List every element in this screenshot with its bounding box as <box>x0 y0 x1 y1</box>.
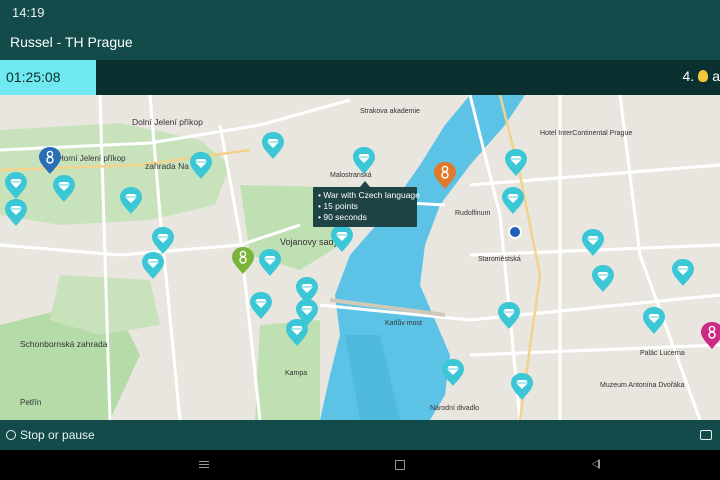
target-number: 4. <box>682 68 695 84</box>
status-time: 14:19 <box>12 5 45 20</box>
label-intercontinental: Hotel InterContinental Prague <box>540 130 632 137</box>
label-vojanovy: Vojanovy sady <box>280 237 339 247</box>
label-petrin: Petřín <box>20 398 41 407</box>
lightbulb-icon <box>698 70 709 82</box>
label-horni: Horní Jelení příkop <box>58 154 126 163</box>
stop-icon <box>6 430 16 440</box>
my-location-marker <box>508 225 522 239</box>
current-target[interactable]: 4. a <box>683 68 720 84</box>
timer-row: 01:25:08 4. a <box>0 60 720 95</box>
tooltip-line: • 15 points <box>318 201 358 211</box>
timer-track <box>96 60 720 95</box>
label-karluv: Karlův most <box>385 319 422 327</box>
recent-apps-icon[interactable] <box>199 459 209 469</box>
label-palac: Palác Lucerna <box>640 350 685 357</box>
label-malostranska: Malostranská <box>330 172 372 179</box>
app-title: Russel - TH Prague <box>10 34 133 50</box>
bottom-bar: Stop or pause <box>0 420 720 450</box>
label-kampa: Kampa <box>285 370 307 377</box>
target-text: a <box>712 68 720 84</box>
map-view[interactable]: Dolní Jelení příkop Horní Jelení příkop … <box>0 95 720 420</box>
label-dvorak: Muzeum Antonína Dvořáka <box>600 382 685 389</box>
label-rudolfinum: Rudolfinum <box>455 210 491 217</box>
label-staromestska: Staroměstská <box>478 256 521 263</box>
label-strakova: Strakova akademie <box>360 108 420 115</box>
label-narodni: Národní divadlo <box>430 405 479 412</box>
map-canvas[interactable]: Dolní Jelení příkop Horní Jelení příkop … <box>0 95 720 420</box>
system-nav-bar <box>0 450 720 480</box>
camera-icon[interactable] <box>700 430 712 440</box>
app-bar: Russel - TH Prague <box>0 24 720 60</box>
stop-label: Stop or pause <box>20 428 95 442</box>
status-bar: 14:19 <box>0 0 720 24</box>
label-schonborn: Schonbornská zahrada <box>20 339 108 349</box>
stop-or-pause-button[interactable]: Stop or pause <box>6 428 95 442</box>
tooltip-line: • War with Czech language <box>318 190 420 200</box>
tooltip-line: • 90 seconds <box>318 212 367 222</box>
timer-value: 01:25:08 <box>6 69 61 85</box>
timer-display: 01:25:08 <box>0 60 96 95</box>
label-dolni: Dolní Jelení příkop <box>132 117 203 127</box>
pin-tooltip: • War with Czech language • 15 points • … <box>313 181 420 227</box>
back-icon[interactable] <box>592 459 600 469</box>
label-zahrada: zahrada Na V <box>145 161 197 171</box>
home-icon[interactable] <box>395 460 405 470</box>
